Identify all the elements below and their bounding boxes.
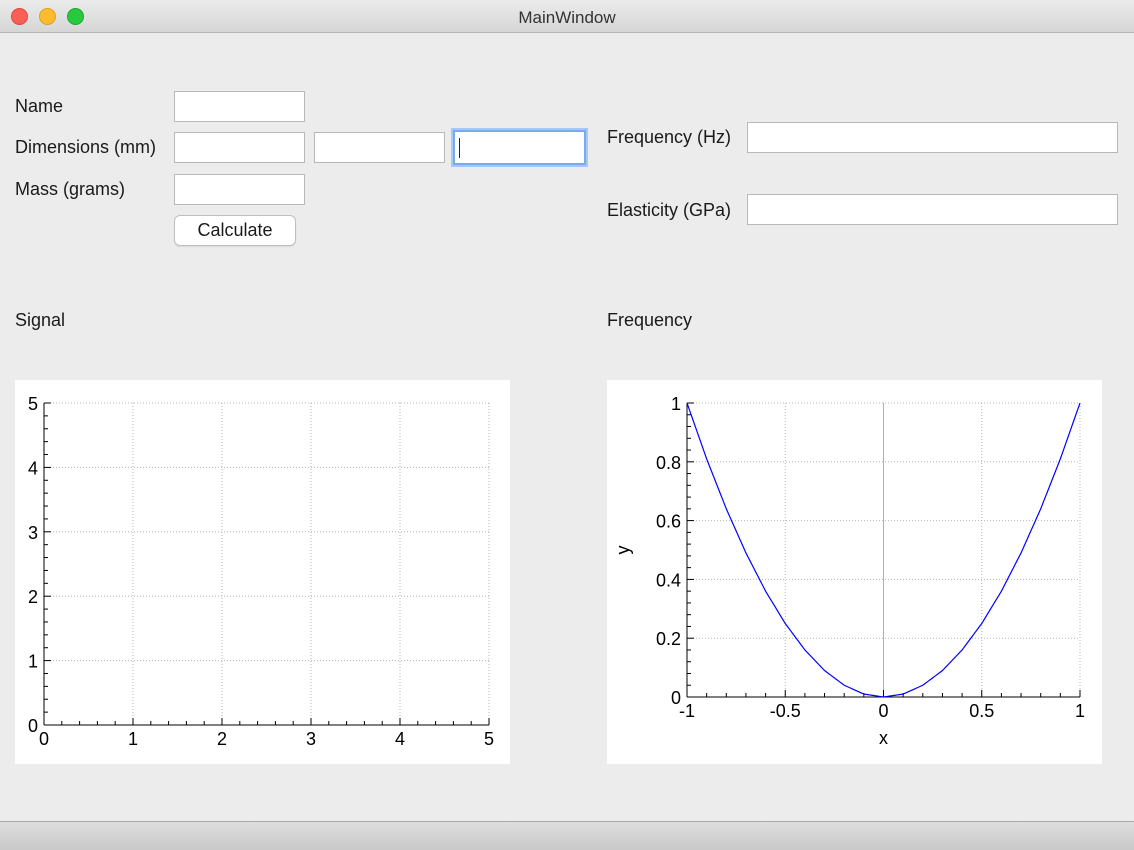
dimensions-label: Dimensions (mm): [15, 137, 157, 157]
name-label: Name: [15, 96, 64, 116]
name-input[interactable]: [174, 91, 305, 122]
frequency-plot: -1 -0.5 0 0.5 1 0 0.2 0.4 0.6 0.8 1 x y: [607, 380, 1102, 764]
x-tick-label: 1: [128, 729, 138, 749]
elasticity-output[interactable]: [747, 194, 1118, 225]
mass-label: Mass (grams): [15, 179, 126, 199]
y-tick-label: 5: [28, 394, 38, 414]
y-tick-label: 2: [28, 587, 38, 607]
frequency-output[interactable]: [747, 122, 1118, 153]
x-tick-label: 5: [484, 729, 494, 749]
y-tick-label: 0.2: [656, 629, 681, 649]
mass-input[interactable]: [174, 174, 305, 205]
x-tick-label: 3: [306, 729, 316, 749]
y-tick-label: 1: [671, 394, 681, 414]
dimension-1-input[interactable]: [174, 132, 305, 163]
y-axis-label: y: [613, 546, 633, 555]
y-tick-label: 3: [28, 523, 38, 543]
calculate-button[interactable]: Calculate: [174, 215, 296, 246]
x-tick-label: -0.5: [770, 701, 801, 721]
y-tick-label: 0.8: [656, 453, 681, 473]
y-tick-label: 0.6: [656, 512, 681, 532]
title-bar: MainWindow: [0, 0, 1134, 33]
signal-plot: 0 1 2 3 4 5 0 1 2 3 4 5: [15, 380, 510, 764]
x-tick-label: 1: [1075, 701, 1085, 721]
y-tick-label: 4: [28, 458, 38, 478]
y-tick-label: 0.4: [656, 570, 681, 590]
elasticity-label: Elasticity (GPa): [607, 200, 732, 220]
signal-plot-svg: 0 1 2 3 4 5 0 1 2 3 4 5: [28, 394, 494, 749]
y-tick-label: 0: [671, 688, 681, 708]
y-tick-label: 1: [28, 652, 38, 672]
y-tick-label: 0: [28, 716, 38, 736]
x-tick-label: 2: [217, 729, 227, 749]
frequency-plot-title: Frequency: [607, 310, 693, 330]
dimension-3-input[interactable]: [453, 130, 586, 165]
status-bar: [0, 821, 1134, 850]
x-tick-label: 0: [878, 701, 888, 721]
signal-plot-title: Signal: [15, 310, 66, 330]
text-cursor: [459, 138, 460, 158]
dimension-2-input[interactable]: [314, 132, 445, 163]
x-tick-label: -1: [679, 701, 695, 721]
frequency-label: Frequency (Hz): [607, 127, 732, 147]
x-tick-label: 0.5: [969, 701, 994, 721]
x-axis-label: x: [879, 728, 888, 748]
window-title: MainWindow: [518, 8, 616, 27]
x-tick-label: 0: [39, 729, 49, 749]
frequency-plot-svg: -1 -0.5 0 0.5 1 0 0.2 0.4 0.6 0.8 1 x y: [613, 394, 1085, 748]
x-tick-label: 4: [395, 729, 405, 749]
